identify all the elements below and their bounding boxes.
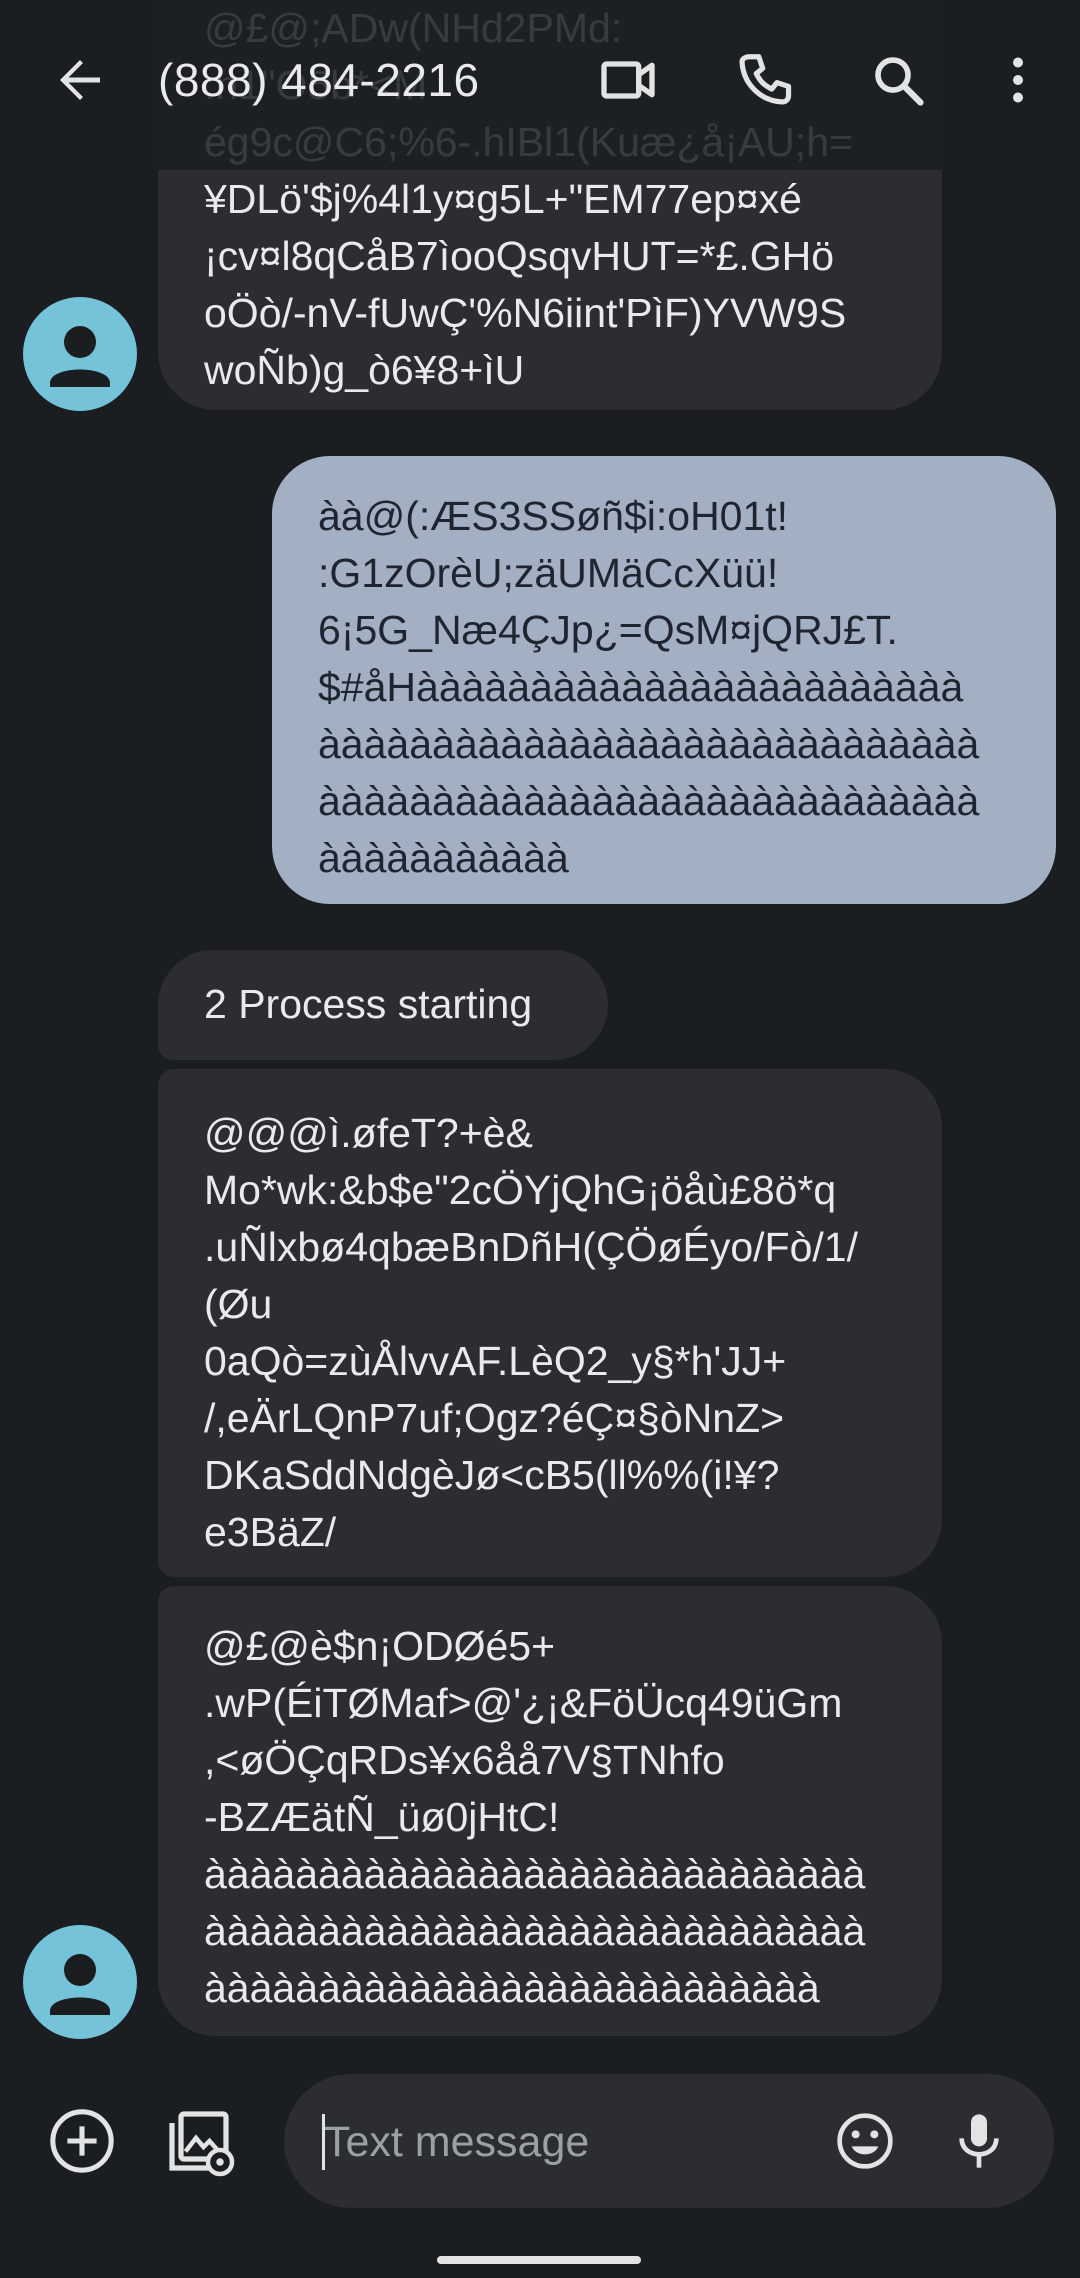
more-vert-icon bbox=[1013, 57, 1023, 103]
top-app-bar: (888) 484-2216 bbox=[0, 0, 1080, 170]
phone-icon bbox=[739, 54, 792, 105]
message-list[interactable]: @£@;ADw(NHd2PMd: :n1"O5b*<M ég9c@C6;%6-.… bbox=[0, 0, 1080, 2070]
person-icon bbox=[50, 326, 110, 387]
video-call-button[interactable] bbox=[588, 40, 668, 120]
emoji-icon bbox=[837, 2113, 893, 2169]
phone-call-button[interactable] bbox=[724, 40, 804, 120]
back-button[interactable] bbox=[40, 40, 120, 120]
contact-title[interactable]: (888) 484-2216 bbox=[158, 48, 480, 112]
gallery-icon bbox=[169, 2111, 235, 2177]
message-input-field[interactable] bbox=[284, 2074, 1054, 2208]
gallery-button[interactable] bbox=[154, 2096, 244, 2186]
search-icon bbox=[875, 57, 924, 106]
message-bubble-incoming[interactable]: @@@ì.øfeT?+è& Mo*wk:&b$e"2cÖYjQhG¡öåù£8ö… bbox=[158, 1069, 942, 1577]
conversation-screen: @£@;ADw(NHd2PMd: :n1"O5b*<M ég9c@C6;%6-.… bbox=[0, 0, 1080, 2278]
attach-button[interactable] bbox=[37, 2096, 127, 2186]
voice-input-button[interactable] bbox=[934, 2096, 1024, 2186]
emoji-button[interactable] bbox=[820, 2096, 910, 2186]
contact-avatar[interactable] bbox=[23, 1925, 137, 2039]
gesture-nav-handle[interactable] bbox=[437, 2256, 641, 2264]
message-bubble-outgoing[interactable]: àà@(:ÆS3SSøñ$i:oH01t! :G1zOrèU;zäUMäCcXü… bbox=[272, 456, 1056, 904]
person-icon bbox=[50, 1954, 110, 2015]
contact-avatar[interactable] bbox=[23, 297, 137, 411]
video-call-icon bbox=[601, 61, 655, 99]
mic-icon bbox=[959, 2114, 999, 2168]
composer-bar bbox=[0, 2070, 1080, 2278]
search-button[interactable] bbox=[858, 40, 938, 120]
add-circle-icon bbox=[50, 2109, 114, 2173]
message-bubble-incoming[interactable]: 2 Process starting bbox=[158, 950, 608, 1060]
back-arrow-icon bbox=[60, 60, 100, 100]
more-options-button[interactable] bbox=[978, 40, 1058, 120]
message-bubble-incoming[interactable]: @£@è$n¡ODØé5+ .wP(ÉiTØMaf>@'¿¡&FöÜcq49üG… bbox=[158, 1586, 942, 2036]
message-input[interactable] bbox=[324, 2104, 784, 2180]
